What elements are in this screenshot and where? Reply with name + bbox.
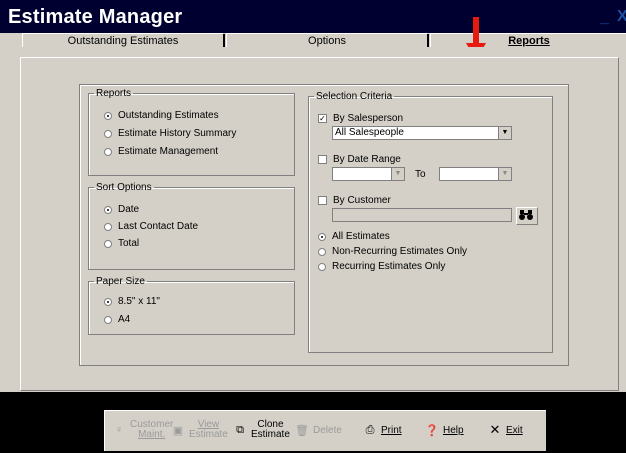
button-label: Estimate — [251, 429, 290, 440]
tab-label: Reports — [508, 35, 550, 47]
option-label: Last Contact Date — [118, 221, 199, 232]
sort-legend: Sort Options — [96, 182, 152, 193]
date-to-select[interactable]: ▼ — [439, 167, 512, 181]
radio-icon[interactable] — [104, 297, 112, 306]
salesperson-value: All Salespeople — [335, 127, 404, 138]
date-from-select[interactable]: ▼ — [332, 167, 405, 181]
checkbox-icon[interactable] — [318, 196, 327, 205]
tab-label: Outstanding Estimates — [67, 35, 179, 47]
customer-icon: ♀ — [114, 424, 124, 436]
report-option-management[interactable]: Estimate Management — [104, 146, 218, 157]
tab-divider — [427, 34, 429, 47]
tab-outstanding-estimates[interactable]: Outstanding Estimates — [22, 33, 223, 48]
option-label: By Customer — [333, 195, 391, 206]
minimize-button[interactable]: _ — [600, 9, 609, 27]
option-label: By Salesperson — [333, 113, 404, 124]
print-button[interactable]: ⎙ Print — [364, 411, 402, 449]
paper-option-letter[interactable]: 8.5" x 11" — [104, 296, 160, 307]
button-label: Exit — [506, 424, 523, 436]
radio-icon[interactable] — [104, 315, 112, 324]
button-label: Help — [443, 424, 464, 436]
dropdown-arrow-icon[interactable]: ▼ — [498, 168, 511, 180]
radio-icon[interactable] — [104, 147, 112, 156]
option-label: Recurring Estimates Only — [332, 261, 446, 272]
exit-button[interactable]: ✕ Exit — [489, 411, 523, 449]
filter-non-recurring[interactable]: Non-Recurring Estimates Only — [318, 246, 467, 257]
trash-icon: 🗑 — [295, 424, 309, 437]
option-label: By Date Range — [333, 154, 401, 165]
paper-legend: Paper Size — [96, 276, 145, 287]
option-label: Total — [118, 238, 140, 249]
customer-field[interactable] — [332, 208, 512, 222]
button-label: Maint. — [138, 429, 166, 440]
close-button[interactable]: X — [617, 8, 626, 26]
sort-option-last-contact[interactable]: Last Contact Date — [104, 221, 198, 232]
option-label: 8.5" x 11" — [118, 296, 160, 307]
binoculars-icon — [519, 210, 533, 220]
close-x-icon: ✕ — [489, 422, 501, 437]
customer-maint-button[interactable]: ♀ Customer Maint. — [113, 411, 173, 449]
button-label: Print — [381, 424, 402, 436]
filter-recurring[interactable]: Recurring Estimates Only — [318, 261, 445, 272]
tab-label: Options — [308, 35, 346, 47]
checkbox-checked-icon[interactable]: ✓ — [318, 114, 327, 123]
option-label: Estimate Management — [118, 146, 219, 157]
radio-icon[interactable] — [318, 247, 326, 256]
dropdown-arrow-icon[interactable]: ▼ — [498, 127, 511, 139]
by-salesperson-checkbox[interactable]: ✓ By Salesperson — [318, 113, 403, 124]
printer-icon: ⎙ — [365, 423, 375, 436]
sort-option-date[interactable]: Date — [104, 204, 139, 215]
by-date-range-checkbox[interactable]: By Date Range — [318, 154, 401, 165]
option-label: Estimate History Summary — [118, 128, 237, 139]
view-estimate-button[interactable]: ▣ View Estimate — [172, 411, 228, 449]
delete-button[interactable]: 🗑 Delete — [295, 411, 342, 449]
help-button[interactable]: ❓ Help — [425, 411, 464, 449]
report-option-history[interactable]: Estimate History Summary — [104, 128, 236, 139]
date-to-label: To — [415, 169, 426, 180]
button-label: Delete — [313, 424, 342, 436]
report-option-outstanding[interactable]: Outstanding Estimates — [104, 110, 219, 121]
radio-icon[interactable] — [104, 222, 112, 231]
option-label: Non-Recurring Estimates Only — [332, 246, 468, 257]
radio-icon[interactable] — [104, 129, 112, 138]
radio-icon[interactable] — [318, 232, 326, 241]
radio-icon[interactable] — [318, 262, 326, 271]
salesperson-select[interactable]: All Salespeople ▼ — [332, 126, 512, 140]
customer-lookup-button[interactable] — [516, 207, 538, 225]
button-label: Estimate — [189, 429, 228, 440]
tab-divider — [223, 34, 225, 47]
radio-icon[interactable] — [104, 205, 112, 214]
sort-option-total[interactable]: Total — [104, 238, 139, 249]
clone-icon: ⧉ — [236, 423, 244, 436]
view-estimate-icon: ▣ — [172, 424, 184, 437]
by-customer-checkbox[interactable]: By Customer — [318, 195, 391, 206]
option-label: Date — [118, 204, 140, 215]
filter-all-estimates[interactable]: All Estimates — [318, 231, 390, 242]
dropdown-arrow-icon[interactable]: ▼ — [391, 168, 404, 180]
paper-option-a4[interactable]: A4 — [104, 314, 130, 325]
app-title: Estimate Manager — [8, 6, 183, 28]
tab-reports[interactable]: Reports — [430, 33, 626, 48]
tab-options[interactable]: Options — [226, 33, 427, 48]
clone-estimate-button[interactable]: ⧉ Clone Estimate — [234, 411, 290, 449]
criteria-legend: Selection Criteria — [316, 91, 393, 102]
radio-icon[interactable] — [104, 111, 112, 120]
help-icon: ❓ — [425, 424, 439, 437]
reports-legend: Reports — [96, 88, 132, 99]
option-label: All Estimates — [332, 231, 390, 242]
option-label: Outstanding Estimates — [118, 110, 219, 121]
option-label: A4 — [118, 314, 131, 325]
radio-icon[interactable] — [104, 239, 112, 248]
checkbox-icon[interactable] — [318, 155, 327, 164]
